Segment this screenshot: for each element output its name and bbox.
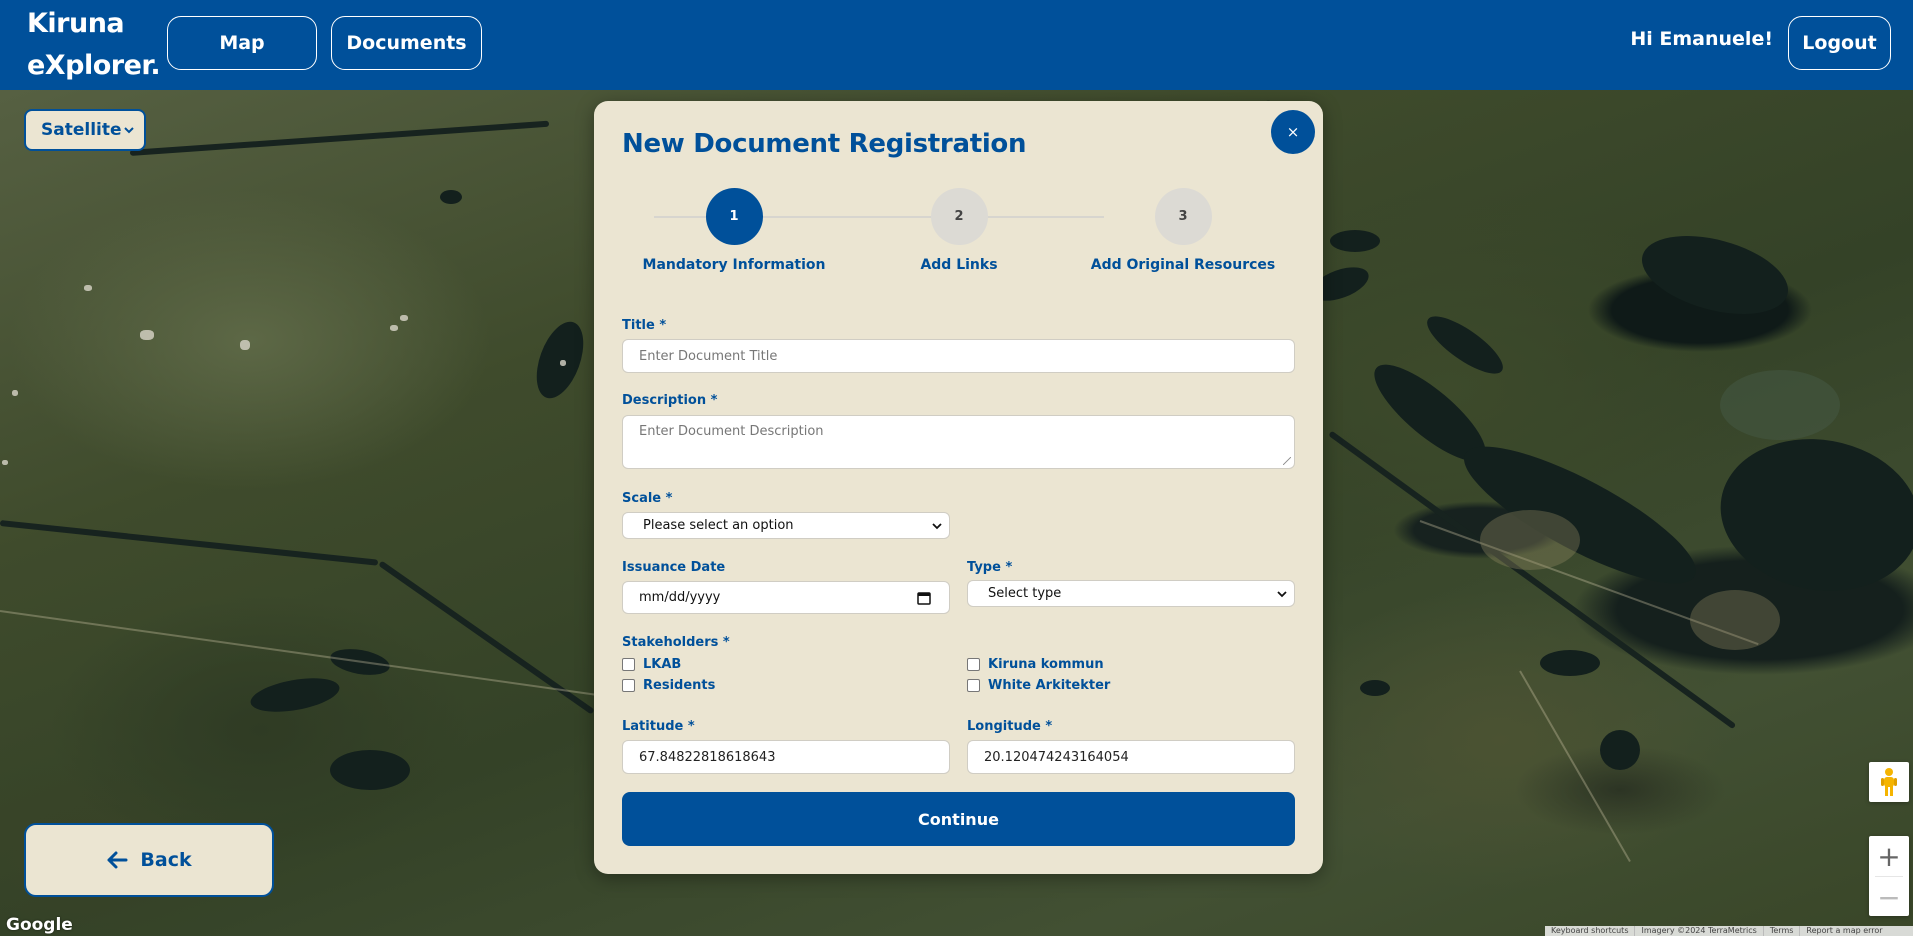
chevron-down-icon bbox=[1277, 590, 1287, 597]
description-placeholder: Enter Document Description bbox=[639, 424, 824, 439]
user-greeting: Hi Emanuele! bbox=[1630, 28, 1773, 50]
map-attribution: Keyboard shortcuts Imagery ©2024 TerraMe… bbox=[1545, 926, 1913, 936]
nav-documents-button[interactable]: Documents bbox=[331, 16, 482, 70]
checkbox[interactable] bbox=[967, 658, 980, 671]
step-3[interactable]: 3 Add Original Resources bbox=[1083, 188, 1283, 273]
map-type-value: Satellite bbox=[41, 120, 122, 140]
issuance-date-value: mm/dd/yyyy bbox=[639, 590, 721, 605]
nav-map-button[interactable]: Map bbox=[167, 16, 317, 70]
scale-label: Scale * bbox=[622, 491, 673, 506]
imagery-credit: Imagery ©2024 TerraMetrics bbox=[1641, 926, 1764, 936]
longitude-input[interactable]: 20.120474243164054 bbox=[967, 740, 1295, 774]
zoom-out-button[interactable]: − bbox=[1869, 877, 1909, 917]
title-label: Title * bbox=[622, 318, 667, 333]
description-label: Description * bbox=[622, 393, 718, 408]
stakeholder-lkab[interactable]: LKAB bbox=[622, 657, 681, 672]
brand-line-1: Kiruna bbox=[27, 8, 125, 39]
arrow-left-icon bbox=[107, 851, 128, 869]
new-document-modal: New Document Registration × 1 Mandatory … bbox=[594, 101, 1323, 874]
zoom-control: + − bbox=[1869, 836, 1909, 916]
type-select[interactable]: Select type bbox=[967, 580, 1295, 607]
stakeholder-residents-label: Residents bbox=[643, 678, 716, 693]
logout-button[interactable]: Logout bbox=[1788, 16, 1891, 70]
type-value: Select type bbox=[988, 586, 1062, 601]
stakeholders-label: Stakeholders * bbox=[622, 635, 730, 650]
scale-select[interactable]: Please select an option bbox=[622, 512, 950, 539]
checkbox[interactable] bbox=[622, 658, 635, 671]
back-button[interactable]: Back bbox=[24, 823, 274, 897]
latitude-input[interactable]: 67.84822818618643 bbox=[622, 740, 950, 774]
stakeholder-residents[interactable]: Residents bbox=[622, 678, 715, 693]
google-logo[interactable]: Google bbox=[6, 915, 73, 935]
keyboard-shortcuts-link[interactable]: Keyboard shortcuts bbox=[1551, 926, 1636, 936]
calendar-icon[interactable] bbox=[917, 591, 931, 605]
stakeholder-lkab-label: LKAB bbox=[643, 657, 682, 672]
checkbox[interactable] bbox=[967, 679, 980, 692]
close-modal-button[interactable]: × bbox=[1271, 110, 1315, 154]
type-label: Type * bbox=[967, 560, 1013, 575]
step-1-number: 1 bbox=[705, 188, 763, 245]
stakeholder-kiruna-kommun-label: Kiruna kommun bbox=[988, 657, 1104, 672]
chevron-down-icon bbox=[932, 522, 942, 529]
continue-button[interactable]: Continue bbox=[622, 792, 1295, 846]
issuance-date-label: Issuance Date bbox=[622, 560, 726, 575]
report-error-link[interactable]: Report a map error bbox=[1806, 926, 1888, 936]
step-3-number: 3 bbox=[1154, 188, 1212, 245]
scale-value: Please select an option bbox=[643, 518, 794, 533]
brand-line-2: eXplorer. bbox=[27, 50, 161, 81]
issuance-date-input[interactable]: mm/dd/yyyy bbox=[622, 581, 950, 614]
terms-link[interactable]: Terms bbox=[1770, 926, 1801, 936]
step-2[interactable]: 2 Add Links bbox=[859, 188, 1059, 273]
resize-grip-icon[interactable] bbox=[1283, 457, 1291, 465]
stakeholder-white-arkitekter-label: White Arkitekter bbox=[988, 678, 1111, 693]
step-2-number: 2 bbox=[930, 188, 988, 245]
stakeholder-white-arkitekter[interactable]: White Arkitekter bbox=[967, 678, 1110, 693]
title-input[interactable]: Enter Document Title bbox=[622, 339, 1295, 373]
registration-stepper: 1 Mandatory Information 2 Add Links 3 Ad… bbox=[594, 188, 1323, 288]
longitude-label: Longitude * bbox=[967, 719, 1053, 734]
pegman-icon bbox=[1881, 768, 1897, 796]
description-input[interactable]: Enter Document Description bbox=[622, 415, 1295, 469]
checkbox[interactable] bbox=[622, 679, 635, 692]
zoom-in-button[interactable]: + bbox=[1869, 836, 1909, 876]
brand-logo[interactable]: Kiruna eXplorer. bbox=[27, 3, 161, 87]
close-icon: × bbox=[1286, 123, 1300, 141]
back-label: Back bbox=[140, 849, 192, 871]
stakeholder-kiruna-kommun[interactable]: Kiruna kommun bbox=[967, 657, 1104, 672]
top-navbar: Kiruna eXplorer. Map Documents Hi Emanue… bbox=[0, 0, 1913, 90]
chevron-down-icon bbox=[124, 127, 134, 134]
latitude-label: Latitude * bbox=[622, 719, 695, 734]
map-type-select[interactable]: Satellite bbox=[24, 109, 146, 151]
modal-title: New Document Registration bbox=[622, 129, 1027, 159]
step-1-label: Mandatory Information bbox=[642, 257, 826, 273]
step-1[interactable]: 1 Mandatory Information bbox=[634, 188, 834, 273]
street-view-pegman-button[interactable] bbox=[1869, 762, 1909, 802]
step-3-label: Add Original Resources bbox=[1090, 257, 1276, 273]
step-2-label: Add Links bbox=[920, 257, 998, 273]
